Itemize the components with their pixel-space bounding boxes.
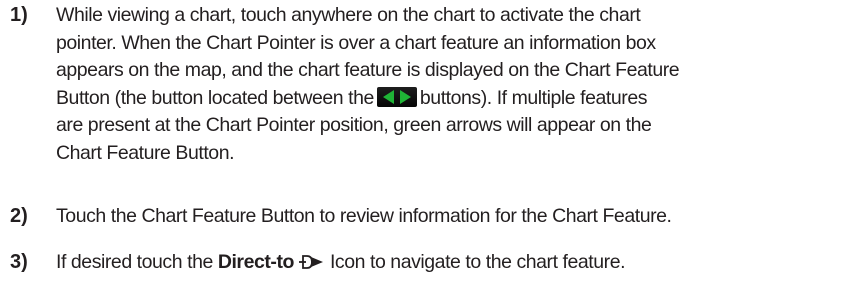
- step-text-line: Button (the button located between the bu…: [56, 85, 862, 113]
- step-text-fragment: buttons). If multiple features: [419, 86, 648, 109]
- left-right-green-arrow-buttons-icon: [376, 86, 417, 107]
- step-text-fragment: Icon to navigate to the chart feature.: [329, 251, 626, 273]
- step-text-line: If desired touch the Direct-to Icon to na…: [56, 249, 862, 279]
- step-text: While viewing a chart, touch anywhere on…: [56, 2, 862, 167]
- step-text-line: Touch the Chart Feature Button to review…: [56, 205, 672, 227]
- step-text-line: are present at the Chart Pointer positio…: [56, 114, 652, 136]
- step-text: Touch the Chart Feature Button to review…: [56, 203, 862, 231]
- direct-to-icon: [298, 251, 324, 279]
- step-text: If desired touch the Direct-to Icon to na…: [56, 249, 862, 279]
- step-text-fragment: Button (the button located between the: [56, 86, 374, 109]
- step-text-line: appears on the map, and the chart featur…: [56, 59, 680, 81]
- step-text-line: Chart Feature Button.: [56, 141, 235, 164]
- step-text-line: pointer. When the Chart Pointer is over …: [56, 31, 656, 54]
- step-number: 2): [10, 205, 28, 227]
- step-text-fragment: If desired touch the: [56, 251, 213, 273]
- step-number: 3): [10, 251, 28, 273]
- direct-to-label: Direct-to: [217, 251, 295, 273]
- step-number: 1): [10, 4, 28, 26]
- step-text-line: While viewing a chart, touch anywhere on…: [56, 4, 641, 26]
- instruction-steps: 1) While viewing a chart, touch anywhere…: [0, 0, 866, 302]
